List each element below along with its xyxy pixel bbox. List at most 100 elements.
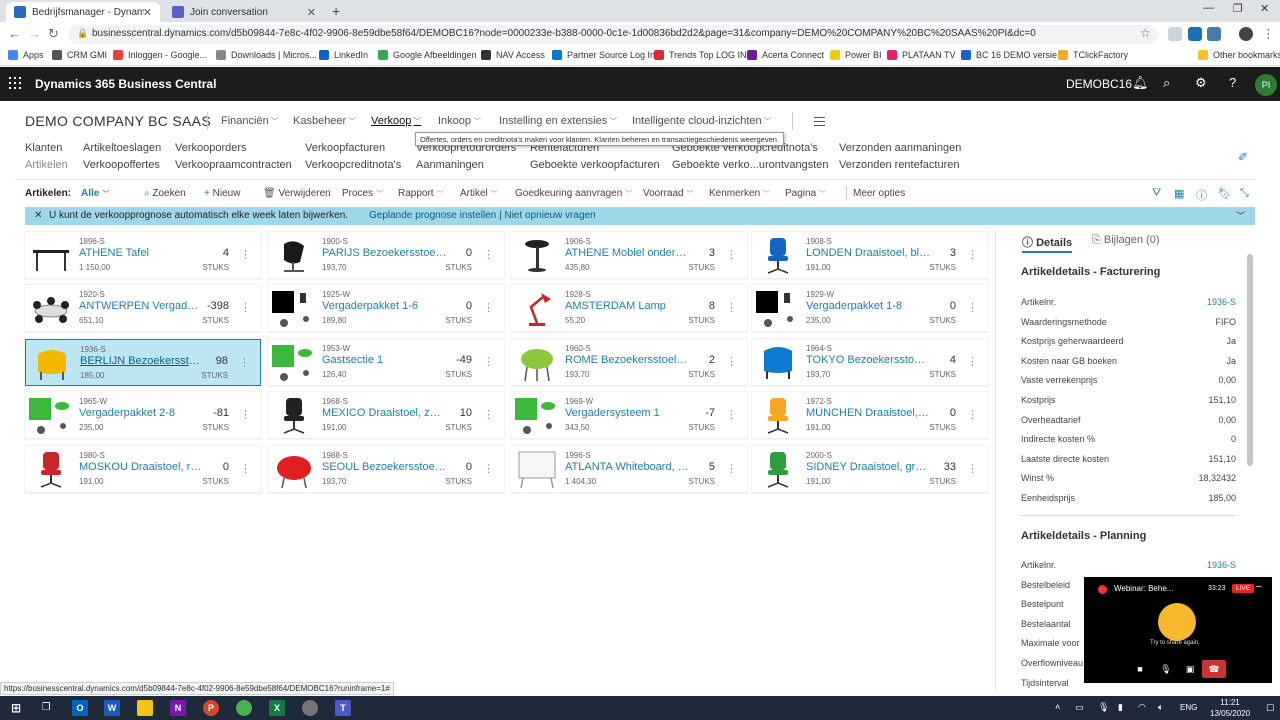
bookmark[interactable]: PLATAAN TV [887,50,956,60]
bookmark[interactable]: Inloggen - Google... [113,50,207,60]
field-value[interactable]: 1936-S [1207,560,1236,570]
collapse-icon[interactable]: ⤡ [1240,187,1249,200]
more-options-icon[interactable]: ⋮ [483,355,494,368]
more-options-icon[interactable]: ⋮ [483,248,494,261]
outlook-icon[interactable]: O [72,700,88,716]
language-indicator[interactable]: ENG [1180,703,1197,712]
more-options-icon[interactable]: ⋮ [240,408,251,421]
link-verkoopraamcontracten[interactable]: Verkoopraamcontracten [175,159,292,171]
item-tile[interactable]: 2000-S SIDNEY Draaistoel, groen 191,00 33 ST… [752,446,988,493]
share-screen-icon[interactable]: ▣ [1180,660,1200,678]
more-options-icon[interactable]: ⋮ [240,248,251,261]
minimize-icon[interactable]: — [1203,2,1214,14]
menu-artikel[interactable]: Artikel ﹀ [460,188,498,199]
wifi-icon[interactable]: ◠ [1138,702,1146,713]
browser-tab-bc[interactable]: Bedrijfsmanager - Dynamics 365 B ✕ [6,2,160,22]
item-name-link[interactable]: Gastsectie 1 [322,354,447,366]
nav-financien[interactable]: Financiën ﹀ [221,115,279,127]
filter-icon[interactable]: ⛛ [1152,187,1161,200]
link-verkoopfacturen[interactable]: Verkoopfacturen [305,142,385,154]
bookmark[interactable]: CRM GMI [52,50,107,60]
item-name-link[interactable]: ATLANTA Whiteboard, b... [565,461,690,473]
more-options-icon[interactable]: ⋮ [240,462,251,475]
tab-details[interactable]: ⓘ Details [1022,234,1072,250]
windows-start-icon[interactable]: ⊞ [8,700,24,716]
delete-button[interactable]: 🗑︎ Verwijderen [263,188,331,199]
pin-icon[interactable]: ✐ [1238,150,1248,164]
more-options-icon[interactable]: ⋮ [967,408,978,421]
more-options-icon[interactable]: ⋮ [483,462,494,475]
back-icon[interactable]: ← [8,26,21,41]
item-name-link[interactable]: Vergaderpakket 1-6 [322,300,447,312]
link-verkoopcreditnotas[interactable]: Verkoopcreditnota's [305,159,401,171]
item-tile[interactable]: 1896-S ATHENE Tafel 1 150,00 4 STUKS ⋮ [25,232,261,279]
item-name-link[interactable]: Vergadersysteem 1 [565,407,690,419]
item-tile[interactable]: 1972-S MÜNCHEN Draaistoel, g... 191,00 0 STU… [752,392,988,439]
item-name-link[interactable]: MEXICO Draaistoel, zwart [322,407,447,419]
menu-goedkeuring[interactable]: Goedkeuring aanvragen ﹀ [515,188,632,199]
search-icon[interactable]: ⌕ [1163,75,1170,91]
notifications-icon[interactable]: ▢ [1266,702,1275,713]
filter-dropdown[interactable]: Alle ﹀ [81,188,109,199]
window-close-icon[interactable]: ✕ [1260,2,1269,15]
item-tile[interactable]: 1980-S MOSKOU Draaistoel, rood 191,00 0 STUK… [25,446,261,493]
menu-proces[interactable]: Proces ﹀ [342,188,383,199]
item-name-link[interactable]: SEOUL Bezoekersstoel, r... [322,461,447,473]
item-name-link[interactable]: ANTWERPEN Vergadert... [79,300,204,312]
more-options-icon[interactable]: ⋮ [726,301,737,314]
bookmark[interactable]: TClickFactory [1058,50,1128,60]
item-tile[interactable]: 1996-S ATLANTA Whiteboard, b... 1 404,30 5 S… [511,446,747,493]
close-tab-icon[interactable]: ✕ [307,6,316,19]
tray-chevron-icon[interactable]: ˄ [1055,702,1060,712]
more-options-icon[interactable]: ⋮ [967,462,978,475]
bookmark[interactable]: Power BI [830,50,882,60]
bookmark[interactable]: Apps [8,50,44,60]
item-name-link[interactable]: BERLIJN Bezoekersstoel, ... [80,355,205,367]
item-tile[interactable]: 1906-S ATHENE Mobiel onderstel 435,80 3 STUK… [511,232,747,279]
more-options-button[interactable]: Meer opties [853,188,905,199]
bookmark[interactable]: Trends Top LOG IN [654,50,747,60]
hamburger-menu-icon[interactable] [814,117,825,129]
extension-icon[interactable] [1168,27,1182,41]
close-tab-icon[interactable]: ✕ [143,6,152,19]
link-artikelen[interactable]: Artikelen [25,159,68,171]
file-explorer-icon[interactable] [137,700,153,716]
item-name-link[interactable]: ATHENE Tafel [79,247,204,259]
item-tile[interactable]: 1969-W Vergadersysteem 1 343,50 -7 STUKS ⋮ [511,392,747,439]
more-options-icon[interactable]: ⋮ [239,356,250,369]
profile-icon[interactable] [1239,27,1253,41]
browser-tab-teams[interactable]: Join conversation ✕ [164,2,324,22]
item-name-link[interactable]: PARIJS Bezoekersstoel, z... [322,247,447,259]
bookmark-icon[interactable]: 🔖︎ [1218,187,1232,200]
more-options-icon[interactable]: ⋮ [726,408,737,421]
notification-link[interactable]: Geplande prognose instellen | Niet opnie… [369,210,596,221]
nav-kasbeheer[interactable]: Kasbeheer ﹀ [293,115,356,127]
battery-icon[interactable]: ▮ [1118,702,1123,713]
info-icon[interactable]: ⓘ [1196,187,1207,203]
chrome-icon[interactable] [236,700,252,716]
nav-inkoop[interactable]: Inkoop ﹀ [438,115,481,127]
more-options-icon[interactable]: ⋮ [726,462,737,475]
factbox-section-title[interactable]: Artikeldetails - Planning [1021,530,1146,542]
item-tile[interactable]: 1908-S LONDEN Draaistoel, bla... 191,00 3 ST… [752,232,988,279]
field-value[interactable]: 1936-S [1207,297,1236,307]
star-icon[interactable]: ☆ [1140,26,1151,40]
scrollbar[interactable] [1247,254,1253,466]
link-aanmaningen[interactable]: Aanmaningen [416,159,484,171]
link-verzonden-rentefacturen[interactable]: Verzonden rentefacturen [839,159,959,171]
more-options-icon[interactable]: ⋮ [483,408,494,421]
bookmark[interactable]: NAV Access [481,50,545,60]
item-tile[interactable]: 1960-S ROME Bezoekersstoel, g... 193,70 2 ST… [511,339,747,386]
extension-icon[interactable] [1207,27,1221,41]
gear-icon[interactable]: ⚙ [1195,75,1207,91]
more-options-icon[interactable]: ⋮ [967,301,978,314]
bookmark[interactable]: LinkedIn [319,50,368,60]
environment-name[interactable]: DEMOBC16 [1066,77,1132,91]
bookmark[interactable]: Other bookmarks [1198,50,1280,60]
view-toggle-icon[interactable]: ▦ [1174,187,1184,200]
item-name-link[interactable]: ROME Bezoekersstoel, g... [565,354,690,366]
item-tile[interactable]: 1953-W Gastsectie 1 126,40 -49 STUKS ⋮ [268,339,504,386]
item-name-link[interactable]: Vergaderpakket 1-8 [806,300,931,312]
bookmark[interactable]: Partner Source Log In [552,50,655,60]
item-name-link[interactable]: ATHENE Mobiel onderstel [565,247,690,259]
